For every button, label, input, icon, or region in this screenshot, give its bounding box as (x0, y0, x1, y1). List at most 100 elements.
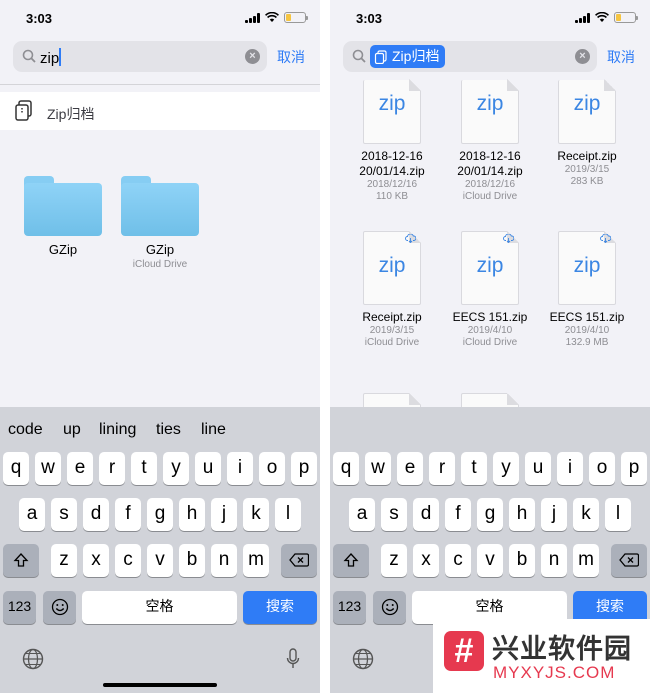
key-j[interactable]: j (541, 498, 567, 531)
key-o[interactable]: o (589, 452, 615, 485)
prediction-item[interactable]: lining (99, 421, 136, 439)
file-date: 2019/4/10 (467, 325, 513, 336)
search-icon (352, 49, 366, 63)
delete-key[interactable] (281, 544, 317, 577)
key-c[interactable]: c (115, 544, 141, 577)
search-suggestion-zip-archive[interactable]: Zip归档 (0, 92, 320, 130)
search-token-zip-archive[interactable]: Zip归档 (370, 45, 446, 68)
key-g[interactable]: g (477, 498, 503, 531)
clear-icon[interactable]: × (245, 49, 260, 64)
key-t[interactable]: t (461, 452, 487, 485)
key-m[interactable]: m (573, 544, 599, 577)
globe-icon[interactable] (22, 648, 44, 670)
key-c[interactable]: c (445, 544, 471, 577)
clear-icon[interactable]: × (575, 49, 590, 64)
cancel-button[interactable]: 取消 (607, 47, 635, 67)
search-key[interactable]: 搜索 (243, 591, 317, 624)
keyboard: code up lining ties line 123 空格 搜索 qwert… (0, 407, 320, 693)
shift-key[interactable] (3, 544, 39, 577)
delete-key[interactable] (611, 544, 647, 577)
key-m[interactable]: m (243, 544, 269, 577)
folder-icon (121, 176, 199, 236)
search-input[interactable]: Zip归档 × (343, 41, 597, 72)
shift-icon (343, 553, 359, 567)
file-item[interactable]: zip 2018-12-16 20/01/14.zip 2018/12/16 iC… (440, 79, 540, 203)
key-p[interactable]: p (621, 452, 647, 485)
search-input[interactable]: zip × (13, 41, 267, 72)
key-d[interactable]: d (413, 498, 439, 531)
key-l[interactable]: l (275, 498, 301, 531)
key-k[interactable]: k (243, 498, 269, 531)
key-n[interactable]: n (541, 544, 567, 577)
key-k[interactable]: k (573, 498, 599, 531)
globe-icon[interactable] (352, 648, 374, 670)
key-b[interactable]: b (179, 544, 205, 577)
key-s[interactable]: s (51, 498, 77, 531)
key-n[interactable]: n (211, 544, 237, 577)
file-item[interactable]: zip EECS 151.zip 2019/4/10 132.9 MB (537, 231, 637, 349)
file-size: 283 KB (570, 176, 604, 187)
key-h[interactable]: h (509, 498, 535, 531)
key-q[interactable]: q (3, 452, 29, 485)
key-j[interactable]: j (211, 498, 237, 531)
home-indicator[interactable] (103, 683, 217, 687)
key-f[interactable]: f (445, 498, 471, 531)
key-v[interactable]: v (147, 544, 173, 577)
file-date: 2019/4/10 (564, 325, 610, 336)
key-h[interactable]: h (179, 498, 205, 531)
key-r[interactable]: r (429, 452, 455, 485)
file-item[interactable]: zip Receipt.zip 2019/3/15 iCloud Drive (342, 231, 442, 349)
key-u[interactable]: u (525, 452, 551, 485)
prediction-item[interactable]: code (8, 421, 43, 439)
folder-icon (24, 176, 102, 236)
space-key[interactable]: 空格 (82, 591, 237, 624)
key-y[interactable]: y (493, 452, 519, 485)
key-f[interactable]: f (115, 498, 141, 531)
right-screen: zip 2018-12-16 20/01/14.zip 2018/12/16 11… (330, 0, 650, 693)
key-u[interactable]: u (195, 452, 221, 485)
key-y[interactable]: y (163, 452, 189, 485)
file-item[interactable]: zip EECS 151.zip 2019/4/10 iCloud Drive (440, 231, 540, 349)
emoji-key[interactable] (43, 591, 76, 624)
key-i[interactable]: i (227, 452, 253, 485)
key-b[interactable]: b (509, 544, 535, 577)
prediction-item[interactable]: ties (156, 421, 181, 439)
key-g[interactable]: g (147, 498, 173, 531)
key-a[interactable]: a (349, 498, 375, 531)
key-a[interactable]: a (19, 498, 45, 531)
key-z[interactable]: z (381, 544, 407, 577)
emoji-key[interactable] (373, 591, 406, 624)
status-time: 3:03 (356, 11, 383, 26)
folder-gzip-icloud[interactable]: GZip iCloud Drive (120, 176, 200, 270)
key-w[interactable]: w (35, 452, 61, 485)
key-r[interactable]: r (99, 452, 125, 485)
prediction-item[interactable]: line (201, 421, 226, 439)
file-item[interactable]: zip Receipt.zip 2019/3/15 283 KB (537, 79, 637, 188)
backspace-icon (619, 553, 640, 567)
file-item[interactable]: zip 2018-12-16 20/01/14.zip 2018/12/16 11… (342, 79, 442, 203)
key-s[interactable]: s (381, 498, 407, 531)
key-x[interactable]: x (83, 544, 109, 577)
numbers-key[interactable]: 123 (3, 591, 36, 624)
folder-gzip-local[interactable]: GZip (23, 176, 103, 259)
predictive-bar: code up lining ties line (0, 407, 320, 451)
key-p[interactable]: p (291, 452, 317, 485)
key-e[interactable]: e (67, 452, 93, 485)
key-z[interactable]: z (51, 544, 77, 577)
key-v[interactable]: v (477, 544, 503, 577)
key-w[interactable]: w (365, 452, 391, 485)
numbers-key[interactable]: 123 (333, 591, 366, 624)
key-e[interactable]: e (397, 452, 423, 485)
shift-key[interactable] (333, 544, 369, 577)
microphone-icon[interactable] (286, 648, 300, 670)
key-x[interactable]: x (413, 544, 439, 577)
prediction-item[interactable]: up (63, 421, 81, 439)
key-o[interactable]: o (259, 452, 285, 485)
key-d[interactable]: d (83, 498, 109, 531)
file-name: EECS 151.zip (549, 310, 625, 324)
key-l[interactable]: l (605, 498, 631, 531)
key-t[interactable]: t (131, 452, 157, 485)
key-i[interactable]: i (557, 452, 583, 485)
cancel-button[interactable]: 取消 (277, 47, 305, 67)
key-q[interactable]: q (333, 452, 359, 485)
